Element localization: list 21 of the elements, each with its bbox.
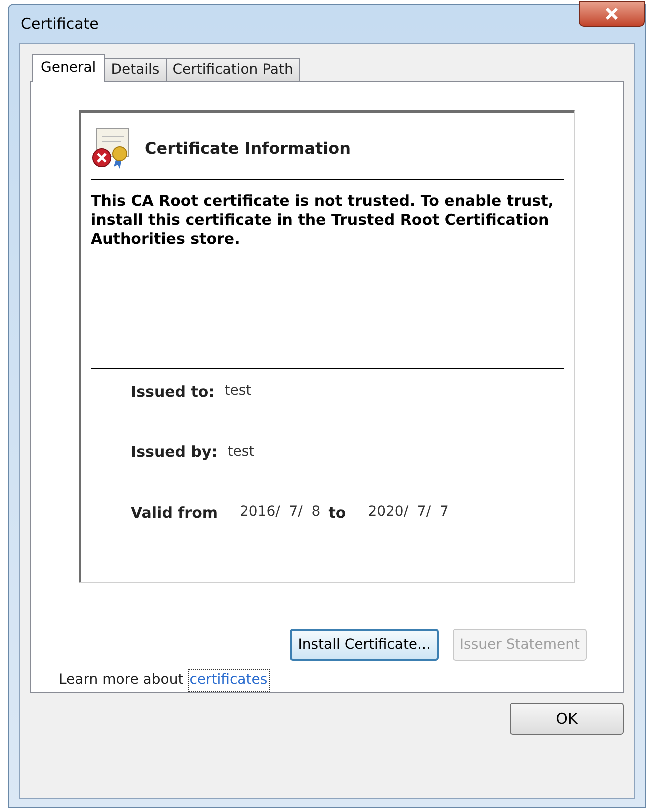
- tab[interactable]: General: [32, 54, 106, 82]
- trust-warning-text: This CA Root certificate is not trusted. To enable trust, install this certificate in the Trusted Root Certification Authorities store.: [91, 192, 555, 249]
- field-label: Issued to:: [131, 382, 215, 402]
- tab[interactable]: Certification Path: [166, 58, 300, 82]
- certificate-error-icon: [91, 127, 131, 171]
- learn-more-text: Learn more about: [59, 671, 184, 690]
- field-label: Issued by:: [131, 442, 218, 463]
- date-joiner: to: [328, 502, 346, 524]
- field-label: Valid from: [131, 502, 218, 524]
- date-value: 2020/ 7/ 7: [368, 503, 449, 522]
- field-value: test: [224, 382, 252, 402]
- action-button[interactable]: Install Certificate...: [290, 629, 439, 661]
- certificates-link[interactable]: certificates: [188, 669, 270, 692]
- field-value: test: [228, 442, 255, 462]
- close-icon: [605, 8, 619, 20]
- close-button[interactable]: [579, 1, 645, 27]
- tab[interactable]: Details: [105, 58, 167, 82]
- date-value: 2016/ 7/ 8: [240, 503, 321, 522]
- ok-button[interactable]: OK: [510, 703, 624, 735]
- window-title: Certificate: [21, 14, 99, 35]
- section-title: Certificate Information: [145, 138, 351, 160]
